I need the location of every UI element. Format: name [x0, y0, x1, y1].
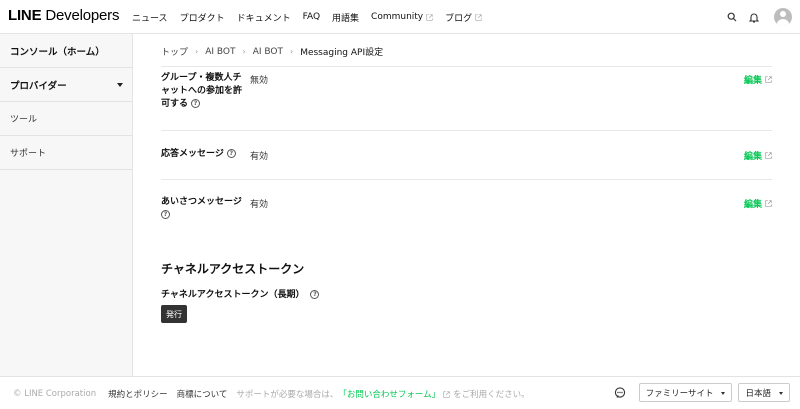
contact-form-link[interactable]: 「お問い合わせフォーム」: [338, 388, 440, 400]
support-text-prefix: サポートが必要な場合は、: [236, 390, 339, 400]
nav-item-docs[interactable]: ドキュメント: [237, 11, 291, 24]
nav-item-glossary[interactable]: 用語集: [332, 11, 359, 24]
chevron-down-icon: [117, 83, 123, 87]
family-site-select[interactable]: ファミリーサイト: [638, 383, 733, 402]
setting-label-greeting: あいさつメッセージ ?: [161, 197, 242, 219]
subtitle-long-lived-token: チャネルアクセストークン（長期）?: [161, 287, 320, 300]
support-text-suffix: をご利用ください。: [453, 390, 530, 400]
sidebar-item-tools[interactable]: ツール: [0, 102, 132, 136]
main-nav: ニュース プロダクト ドキュメント FAQ 用語集 Community ブログ: [132, 0, 494, 34]
help-icon[interactable]: ?: [191, 99, 201, 108]
footer-link-trademarks[interactable]: 商標について: [177, 388, 228, 400]
sidebar-item-providers[interactable]: プロバイダー: [0, 68, 132, 102]
copyright: © LINE Corporation: [13, 389, 97, 399]
footer-left: © LINE Corporation 規約とポリシー 商標について サポートが必…: [13, 388, 530, 400]
issue-token-button[interactable]: 発行: [161, 305, 187, 323]
main-content: トップ › AI BOT › AI BOT › Messaging API設定 …: [134, 34, 800, 376]
breadcrumb-separator-icon: ›: [289, 47, 294, 56]
external-link-icon: [765, 76, 772, 83]
chat-icon[interactable]: [612, 385, 628, 401]
breadcrumb: トップ › AI BOT › AI BOT › Messaging API設定: [161, 45, 384, 59]
nav-item-community[interactable]: Community: [371, 12, 433, 22]
setting-value-group-chat: 無効: [250, 76, 269, 86]
external-link-icon: [426, 13, 433, 21]
setting-label-group-chat: グループ・複数人チ ャットへの参加を許 可する?: [161, 73, 243, 109]
breadcrumb-top[interactable]: トップ: [161, 45, 188, 58]
footer-link-terms[interactable]: 規約とポリシー: [108, 388, 168, 400]
breadcrumb-separator-icon: ›: [242, 47, 246, 56]
external-link-icon: [443, 390, 450, 398]
search-icon[interactable]: [722, 7, 742, 27]
logo-line-text: LINE: [8, 7, 42, 24]
divider: [161, 179, 772, 180]
nav-item-blog[interactable]: ブログ: [445, 11, 482, 24]
divider: [161, 66, 772, 67]
chevron-down-icon: [721, 392, 726, 395]
sidebar-item-console-home[interactable]: コンソール（ホーム）: [0, 34, 132, 68]
external-link-icon: [475, 13, 482, 21]
setting-value-greeting: 有効: [250, 200, 269, 210]
language-select[interactable]: 日本語: [738, 383, 790, 402]
divider: [161, 130, 772, 131]
setting-label-auto-reply: 応答メッセージ?: [161, 148, 236, 161]
bell-icon[interactable]: [744, 7, 764, 27]
sidebar-item-support[interactable]: サポート: [0, 136, 132, 170]
logo-developers-text: Developers: [45, 7, 120, 24]
breadcrumb-current: Messaging API設定: [300, 48, 384, 58]
setting-value-auto-reply: 有効: [250, 152, 269, 162]
footer: © LINE Corporation 規約とポリシー 商標について サポートが必…: [0, 376, 800, 409]
breadcrumb-channel[interactable]: AI BOT: [253, 47, 283, 57]
header-actions: [720, 7, 792, 27]
line-developers-logo[interactable]: LINE Developers: [8, 7, 119, 24]
help-icon[interactable]: ?: [310, 290, 320, 299]
breadcrumb-separator-icon: ›: [195, 47, 199, 56]
chevron-down-icon: [779, 392, 783, 395]
edit-link-group-chat[interactable]: 編集: [744, 73, 772, 86]
sidebar: コンソール（ホーム） プロバイダー ツール サポート: [0, 34, 133, 376]
help-icon[interactable]: ?: [226, 149, 236, 158]
nav-item-news[interactable]: ニュース: [132, 11, 168, 24]
nav-item-faq[interactable]: FAQ: [303, 12, 320, 22]
breadcrumb-provider[interactable]: AI BOT: [205, 47, 235, 57]
nav-item-products[interactable]: プロダクト: [180, 11, 225, 24]
top-header: LINE Developers ニュース プロダクト ドキュメント FAQ 用語集…: [0, 0, 800, 34]
section-title-channel-access-token: チャネルアクセストークン: [161, 262, 305, 276]
external-link-icon: [765, 152, 772, 159]
edit-link-auto-reply[interactable]: 編集: [744, 149, 772, 162]
help-icon[interactable]: ?: [161, 210, 170, 219]
edit-link-greeting[interactable]: 編集: [744, 197, 772, 210]
avatar[interactable]: [774, 8, 792, 26]
external-link-icon: [765, 200, 772, 207]
footer-right: ファミリーサイト 日本語: [612, 383, 790, 402]
